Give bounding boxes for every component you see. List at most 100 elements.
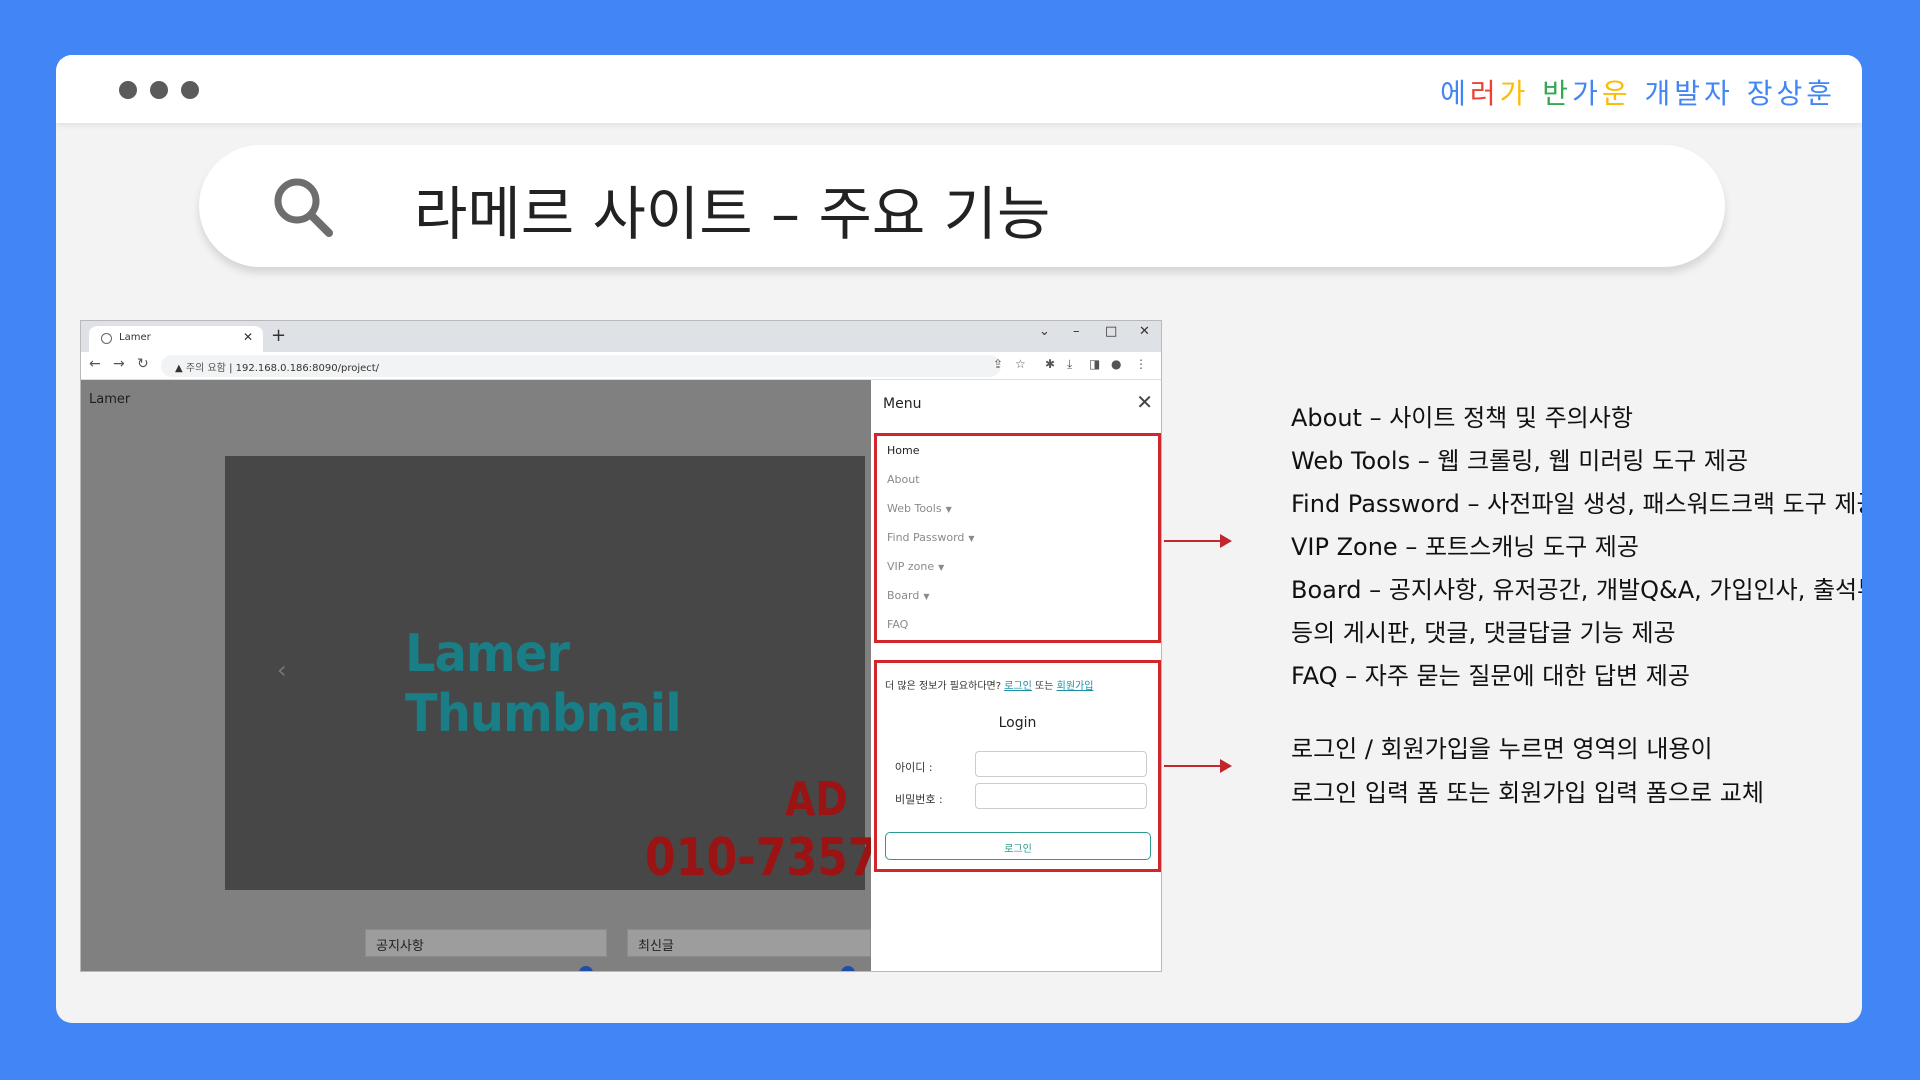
menu-item-label: VIP zone (887, 560, 935, 573)
menu-item-label: Web Tools (887, 502, 942, 515)
download-icon[interactable]: ⤓ (1067, 357, 1072, 372)
carousel: ‹ Lamer Thumbnail AD 010-7357- (225, 456, 897, 890)
menu-item-faq[interactable]: FAQ (887, 618, 908, 631)
browser-toolbar: ← → ↻ ▲ 주의 요함 | 192.168.0.186:8090/proje… (81, 352, 1161, 380)
feature-description: 등의 게시판, 댓글, 댓글답글 기능 제공 (1291, 619, 1676, 647)
menu-item-vip-zone[interactable]: VIP zone ▼ (887, 560, 944, 573)
caret-down-icon: ▼ (968, 534, 975, 543)
caret-down-icon: ▼ (938, 563, 945, 572)
thumbnail-text: Lamer Thumbnail (405, 624, 682, 744)
window-dot (119, 81, 137, 99)
author-brand: 에러가 반가운 개발자 장상훈 (1440, 72, 1836, 112)
window-dot (181, 81, 199, 99)
brand-char (1632, 77, 1645, 110)
feature-description: Find Password – 사전파일 생성, 패스워드크랙 도구 제공 (1291, 490, 1862, 518)
menu-title: Menu (883, 396, 922, 412)
brand-char (1529, 77, 1542, 110)
chevron-left-icon[interactable]: ‹ (277, 656, 287, 684)
close-tab-icon[interactable]: ✕ (243, 330, 253, 344)
signup-link[interactable]: 회원가입 (1057, 681, 1094, 692)
login-description: 로그인 / 회원가입을 누르면 영역의 내용이 (1291, 735, 1713, 763)
brand-char (1734, 77, 1747, 110)
close-icon[interactable]: ✕ (1136, 390, 1153, 414)
menu-item-label: Board (887, 589, 920, 602)
menu-item-label: Find Password (887, 531, 965, 544)
arrow-menu (1164, 534, 1232, 548)
feature-description: VIP Zone – 포트스캐닝 도구 제공 (1291, 533, 1639, 561)
slide-header: 에러가 반가운 개발자 장상훈 (56, 55, 1862, 123)
offcanvas-menu: Menu ✕ Home About Web Tools ▼ Find Password ▼… (871, 380, 1161, 971)
menu-item-home[interactable]: Home (887, 444, 919, 457)
brand-char: 발 (1674, 77, 1705, 110)
board-latest-header[interactable]: 최신글 (627, 929, 871, 957)
board-badge (841, 966, 855, 971)
page-title: 라메르 사이트 – 주요 기능 (414, 180, 1051, 248)
login-description: 로그인 입력 폼 또는 회원가입 입력 폼으로 교체 (1291, 779, 1764, 807)
more-icon[interactable]: ⋮ (1135, 357, 1147, 371)
menu-item-label: FAQ (887, 618, 909, 631)
brand-char: 운 (1601, 77, 1632, 110)
password-field[interactable] (975, 783, 1147, 809)
brand-char: 러 (1469, 77, 1500, 110)
arrow-login (1164, 759, 1232, 773)
brand-char: 가 (1499, 77, 1530, 110)
browser-tab-title: Lamer (119, 332, 151, 343)
new-tab-icon[interactable]: + (271, 325, 286, 346)
login-link[interactable]: 로그인 (1004, 681, 1032, 692)
minimize-icon[interactable]: – (1073, 324, 1080, 339)
maximize-icon[interactable]: □ (1105, 324, 1117, 339)
slide-window: 에러가 반가운 개발자 장상훈 라메르 사이트 – 주요 기능 Lamer ✕ … (56, 55, 1862, 1023)
ad-label: AD (785, 772, 848, 826)
profile-icon[interactable]: ● (1111, 357, 1121, 371)
brand-char: 자 (1704, 77, 1734, 110)
brand-char: 훈 (1806, 77, 1836, 110)
board-notice-header[interactable]: 공지사항 (365, 929, 607, 957)
login-prompt: 더 많은 정보가 필요하다면? 로그인 또는 회원가입 (885, 677, 1093, 692)
id-field[interactable] (975, 751, 1147, 777)
feature-description: FAQ – 자주 묻는 질문에 대한 답변 제공 (1291, 662, 1690, 690)
close-window-icon[interactable]: ✕ (1139, 324, 1150, 339)
caret-down-icon: ▼ (923, 592, 930, 601)
login-highlight-box: 더 많은 정보가 필요하다면? 로그인 또는 회원가입 Login 아이디 : … (874, 660, 1161, 872)
extension-icon[interactable]: ✱ (1045, 357, 1055, 371)
url-text: 192.168.0.186:8090/project/ (235, 363, 380, 374)
feature-description: Web Tools – 웹 크롤링, 웹 미러링 도구 제공 (1291, 447, 1749, 475)
brand-char: 반 (1542, 77, 1573, 110)
feature-description: About – 사이트 정책 및 주의사항 (1291, 404, 1633, 432)
browser-tabstrip: Lamer ✕ + ⌄ – □ ✕ (81, 321, 1161, 352)
sidepanel-icon[interactable]: ◨ (1089, 357, 1100, 371)
menu-item-about[interactable]: About (887, 473, 920, 486)
menu-item-label: Home (887, 444, 920, 457)
login-prompt-or: 또는 (1035, 681, 1054, 692)
reload-icon[interactable]: ↻ (137, 356, 149, 372)
site-brand[interactable]: Lamer (89, 392, 130, 407)
window-dots (119, 81, 199, 99)
login-button[interactable]: 로그인 (885, 832, 1151, 860)
search-icon (274, 178, 333, 237)
login-prompt-text: 더 많은 정보가 필요하다면? (885, 681, 1002, 692)
brand-char: 가 (1572, 77, 1602, 110)
share-icon[interactable]: ⇪ (993, 357, 1003, 371)
brand-char: 장 (1746, 77, 1777, 110)
menu-item-web-tools[interactable]: Web Tools ▼ (887, 502, 952, 515)
login-heading: Login (998, 715, 1037, 731)
star-icon[interactable]: ☆ (1015, 357, 1026, 371)
globe-icon (101, 333, 112, 344)
menu-highlight-box: Home About Web Tools ▼ Find Password ▼ VIP zon… (874, 433, 1161, 643)
menu-item-label: About (887, 473, 920, 486)
menu-item-board[interactable]: Board ▼ (887, 589, 930, 602)
chevron-down-icon[interactable]: ⌄ (1039, 324, 1050, 339)
caret-down-icon: ▼ (945, 505, 952, 514)
site-screenshot: Lamer ✕ + ⌄ – □ ✕ ← → ↻ ▲ 주의 요함 | 192.16… (80, 320, 1162, 972)
search-bar: 라메르 사이트 – 주요 기능 (199, 145, 1725, 267)
brand-char: 에 (1440, 77, 1470, 110)
back-icon[interactable]: ← (89, 356, 101, 372)
browser-tab[interactable]: Lamer ✕ (89, 326, 263, 352)
address-bar[interactable]: ▲ 주의 요함 | 192.168.0.186:8090/project/ (161, 355, 1001, 377)
feature-description: Board – 공지사항, 유저공간, 개발Q&A, 가입인사, 출석부 (1291, 576, 1862, 604)
brand-char: 개 (1644, 77, 1675, 110)
forward-icon[interactable]: → (113, 356, 125, 372)
board-badge (579, 966, 593, 971)
menu-item-find-password[interactable]: Find Password ▼ (887, 531, 975, 544)
ad-phone: 010-7357- (645, 828, 897, 888)
